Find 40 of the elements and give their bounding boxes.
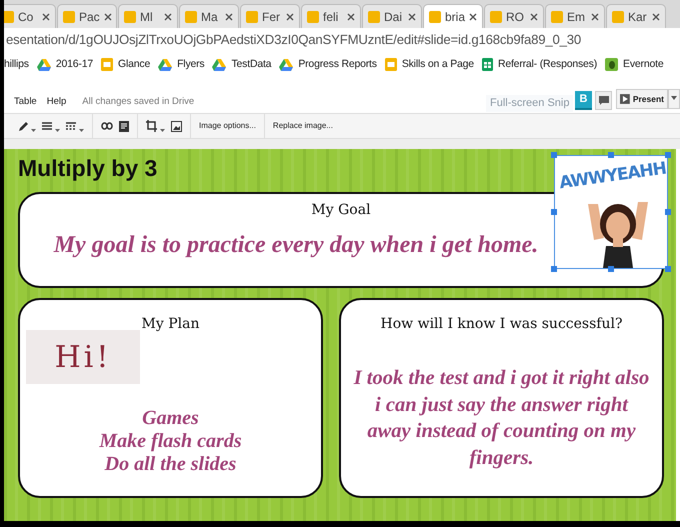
- overlay-hint: Full-screen Snip: [486, 95, 574, 112]
- sticker-frame[interactable]: AWWYEAHH: [554, 155, 668, 269]
- save-status: All changes saved in Drive: [82, 94, 194, 109]
- browser-tab[interactable]: RO: [484, 4, 544, 28]
- browser-tab[interactable]: Ma: [179, 4, 239, 28]
- browser-tab[interactable]: Co: [4, 4, 56, 28]
- browser-tab[interactable]: Dai: [362, 4, 422, 28]
- bookmark[interactable]: Glance: [101, 56, 150, 72]
- toolbar-button[interactable]: Image options...: [199, 120, 256, 132]
- bookmark[interactable]: hillips: [4, 56, 29, 72]
- bookmark[interactable]: Skills on a Page: [384, 56, 474, 72]
- bookmark[interactable]: Flyers: [158, 56, 204, 72]
- browser-tab[interactable]: Ml: [118, 4, 178, 28]
- hi-sticker: Hi!: [26, 330, 140, 384]
- goal-text: My goal is to practice every day when i get home.: [54, 231, 538, 260]
- card-heading: How will I know I was successful?: [380, 315, 622, 334]
- plan-item: Games: [142, 407, 199, 430]
- card-heading: My Plan: [142, 315, 200, 334]
- plan-item: Do all the slides: [104, 453, 236, 476]
- slide-title: Multiply by 3: [18, 157, 158, 180]
- present-button[interactable]: Present: [616, 89, 668, 109]
- browser-tab[interactable]: Em: [545, 4, 605, 28]
- browser-tab[interactable]: Pac: [57, 4, 117, 28]
- success-text: I took the test and i got it right also i can just say the answer right away instead of counting on my fingers.: [352, 366, 650, 471]
- sticker-caption: AWWYEAHH: [558, 158, 668, 196]
- bookmark[interactable]: Evernote: [605, 56, 664, 72]
- bookmark[interactable]: 2016-17: [36, 56, 94, 72]
- bookmark[interactable]: Referral- (Responses): [482, 56, 598, 72]
- bookmark[interactable]: Progress Reports: [279, 56, 377, 72]
- address-bar[interactable]: esentation/d/1gOUJOsjZlTrxoUOjGbPAedstiXD3zI0QanSYFMUzntE/edit#slide=id.g168cb9fa89_0_30: [4, 28, 582, 52]
- toolbar-button[interactable]: Replace image...: [272, 120, 333, 132]
- browser-tab[interactable]: Fer: [240, 4, 300, 28]
- browser-tab[interactable]: bria: [423, 4, 483, 28]
- menu-item[interactable]: Table: [14, 94, 37, 110]
- browser-tab[interactable]: Kar: [606, 4, 666, 28]
- browser-tab[interactable]: feli: [301, 4, 361, 28]
- plan-item: Make flash cards: [99, 430, 242, 453]
- bookmark[interactable]: TestData: [212, 56, 272, 72]
- menu-item[interactable]: Help: [46, 94, 66, 110]
- card-heading: My Goal: [311, 201, 371, 220]
